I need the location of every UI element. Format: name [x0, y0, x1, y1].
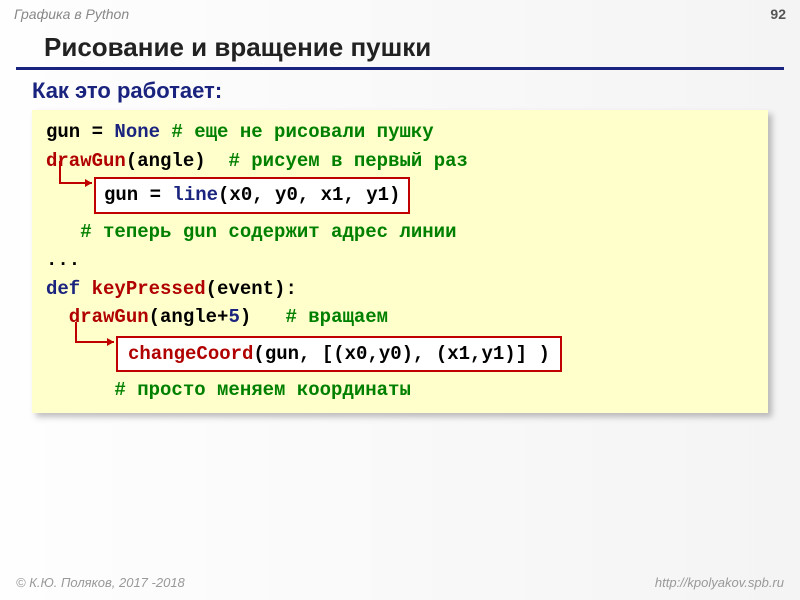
code-text: (angle) — [126, 150, 206, 172]
code-comment: # рисуем в первый раз — [206, 150, 468, 172]
slide-subtitle: Как это работает: — [0, 78, 800, 110]
code-func: drawGun — [46, 306, 149, 328]
code-line: gun = line(x0, y0, x1, y1) — [46, 177, 758, 214]
inset-box: gun = line(x0, y0, x1, y1) — [94, 177, 410, 214]
code-keyword: def — [46, 278, 92, 300]
code-comment: # еще не рисовали пушку — [160, 121, 434, 143]
code-line: # теперь gun содержит адрес линии — [46, 218, 758, 247]
code-text: gun = — [104, 184, 172, 206]
code-line: def keyPressed(event): — [46, 275, 758, 304]
code-line: gun = None # еще не рисовали пушку — [46, 118, 758, 147]
code-text: ... — [46, 249, 80, 271]
code-text: (event): — [206, 278, 297, 300]
code-func: drawGun — [46, 150, 126, 172]
code-comment: # теперь gun содержит адрес линии — [46, 221, 456, 243]
page-number: 92 — [770, 6, 786, 22]
code-text: (x0, y0, x1, y1) — [218, 184, 400, 206]
code-func: line — [172, 184, 218, 206]
code-text: (angle+ — [149, 306, 229, 328]
code-number: 5 — [228, 306, 239, 328]
code-line: drawGun(angle+5) # вращаем — [46, 303, 758, 332]
code-keyword: None — [114, 121, 160, 143]
inset-box: changeCoord(gun, [(x0,y0), (x1,y1)] ) — [116, 336, 562, 373]
slide-title: Рисование и вращение пушки — [16, 24, 784, 70]
code-text: gun = — [46, 121, 114, 143]
header: Графика в Python 92 — [0, 0, 800, 24]
footer-copyright: © К.Ю. Поляков, 2017 -2018 — [16, 575, 185, 590]
code-comment: # вращаем — [251, 306, 388, 328]
code-line: changeCoord(gun, [(x0,y0), (x1,y1)] ) — [46, 336, 758, 373]
code-line: # просто меняем координаты — [46, 376, 758, 405]
code-text: (gun, [(x0,y0), (x1,y1)] ) — [253, 343, 549, 365]
code-block: gun = None # еще не рисовали пушку drawG… — [32, 110, 768, 413]
code-func: changeCoord — [128, 343, 253, 365]
footer: © К.Ю. Поляков, 2017 -2018 http://kpolya… — [0, 575, 800, 590]
code-func: keyPressed — [92, 278, 206, 300]
code-line: ... — [46, 246, 758, 275]
code-text: ) — [240, 306, 251, 328]
header-topic: Графика в Python — [14, 6, 129, 22]
code-line: drawGun(angle) # рисуем в первый раз — [46, 147, 758, 176]
footer-url: http://kpolyakov.spb.ru — [655, 575, 784, 590]
code-comment: # просто меняем координаты — [46, 379, 411, 401]
